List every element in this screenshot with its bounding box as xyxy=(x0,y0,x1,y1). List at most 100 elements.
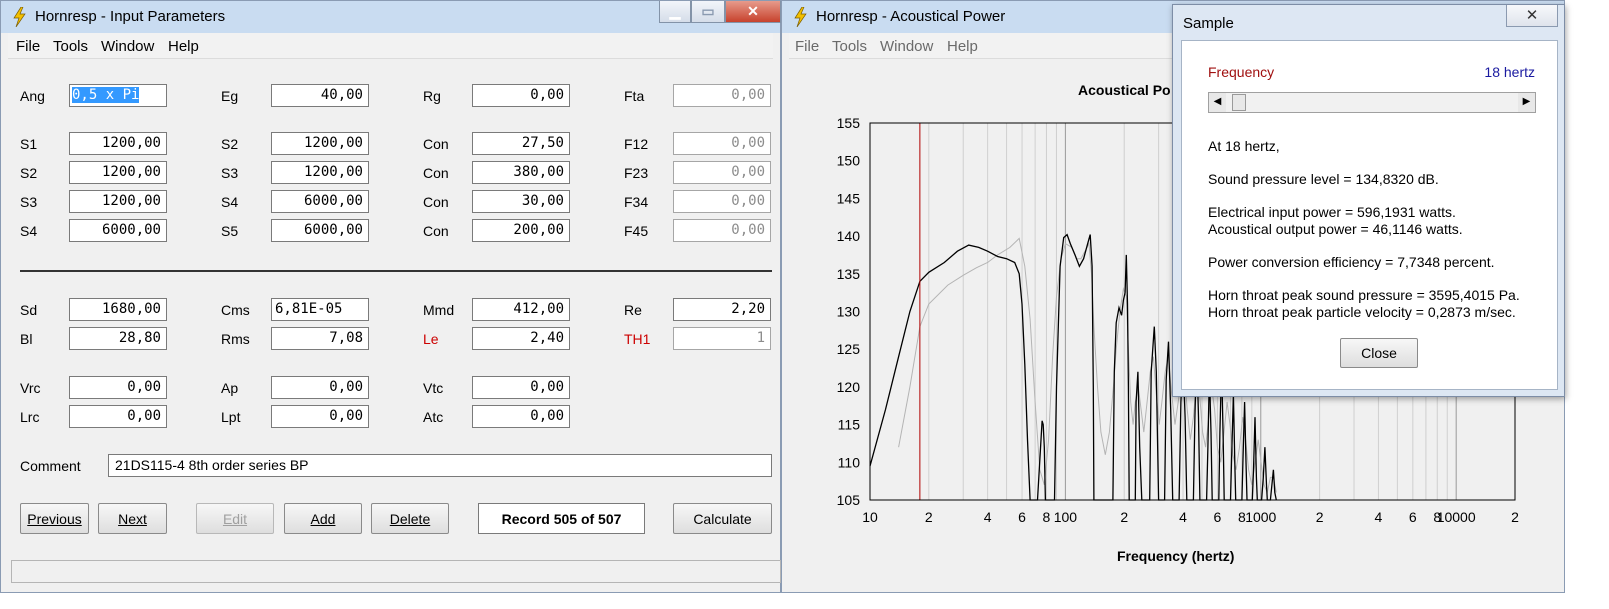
x-tick-label: 10000 xyxy=(1437,509,1476,525)
con4-field[interactable]: 200,00 xyxy=(472,219,570,242)
ang-field[interactable]: 0,5 x Pi xyxy=(69,84,167,107)
rg-field[interactable]: 0,00 xyxy=(472,84,570,107)
f34-field[interactable]: 0,00 xyxy=(673,190,771,213)
s4-field-col2[interactable]: 6000,00 xyxy=(271,190,369,213)
sample-dialog: Sample ✕ Frequency 18 hertz ◀ ▶ At 18 he… xyxy=(1172,4,1565,397)
fta-label: Fta xyxy=(624,88,645,104)
sd-field[interactable]: 1680,00 xyxy=(69,298,167,321)
dialog-body: Frequency 18 hertz ◀ ▶ At 18 hertz, Soun… xyxy=(1181,40,1558,390)
s2-field[interactable]: 1200,00 xyxy=(69,161,167,184)
y-tick-label: 145 xyxy=(837,190,861,206)
menu-help[interactable]: Help xyxy=(168,38,199,55)
spl-text: Sound pressure level = 134,8320 dB. xyxy=(1208,171,1439,187)
con3-field[interactable]: 30,00 xyxy=(472,190,570,213)
vtc-field[interactable]: 0,00 xyxy=(472,376,570,399)
input-window-titlebar[interactable]: Hornresp - Input Parameters ▁ ▭ ✕ xyxy=(1,1,781,33)
menu-file[interactable]: File xyxy=(16,38,40,55)
th1-label: TH1 xyxy=(624,331,651,347)
menu-tools[interactable]: Tools xyxy=(832,38,867,55)
s1-field[interactable]: 1200,00 xyxy=(69,132,167,155)
acoustical-power-text: Acoustical output power = 46,1146 watts. xyxy=(1208,221,1463,237)
le-field[interactable]: 2,40 xyxy=(472,327,570,350)
menu-file[interactable]: File xyxy=(795,38,819,55)
con3-label: Con xyxy=(423,194,449,210)
power-window-title: Hornresp - Acoustical Power xyxy=(816,8,1006,25)
con2-field[interactable]: 380,00 xyxy=(472,161,570,184)
at-frequency-text: At 18 hertz, xyxy=(1208,138,1280,154)
dialog-close-button[interactable]: ✕ xyxy=(1506,5,1558,27)
frequency-slider[interactable]: ◀ ▶ xyxy=(1208,92,1536,113)
vrc-label: Vrc xyxy=(20,380,41,396)
comment-field[interactable]: 21DS115-4 8th order series BP xyxy=(108,454,772,477)
x-tick-label: 6 xyxy=(1409,509,1417,525)
s2-field-col2[interactable]: 1200,00 xyxy=(271,132,369,155)
re-field[interactable]: 2,20 xyxy=(673,298,771,321)
s3-field[interactable]: 1200,00 xyxy=(69,190,167,213)
throat-velocity-text: Horn throat peak particle velocity = 0,2… xyxy=(1208,304,1516,320)
y-tick-label: 110 xyxy=(838,454,861,470)
previous-button[interactable]: Previous xyxy=(20,503,89,534)
x-tick-label: 2 xyxy=(1511,509,1519,525)
x-tick-label: 4 xyxy=(1375,509,1383,525)
next-button[interactable]: Next xyxy=(98,503,167,534)
efficiency-text: Power conversion efficiency = 7,7348 per… xyxy=(1208,254,1495,270)
menu-help[interactable]: Help xyxy=(947,38,978,55)
s4-field[interactable]: 6000,00 xyxy=(69,219,167,242)
s3-field-col2[interactable]: 1200,00 xyxy=(271,161,369,184)
y-tick-label: 115 xyxy=(838,417,861,433)
s5-field[interactable]: 6000,00 xyxy=(271,219,369,242)
slider-left-arrow-icon[interactable]: ◀ xyxy=(1209,93,1226,112)
y-tick-label: 130 xyxy=(837,304,861,320)
vrc-field[interactable]: 0,00 xyxy=(69,376,167,399)
x-tick-label: 6 xyxy=(1214,509,1222,525)
f12-field[interactable]: 0,00 xyxy=(673,132,771,155)
add-button[interactable]: Add xyxy=(284,503,362,534)
f34-label: F34 xyxy=(624,194,649,210)
f45-field[interactable]: 0,00 xyxy=(673,219,771,242)
section-divider xyxy=(20,270,772,272)
bl-field[interactable]: 28,80 xyxy=(69,327,167,350)
atc-field[interactable]: 0,00 xyxy=(472,405,570,428)
input-window-title: Hornresp - Input Parameters xyxy=(35,8,226,25)
dialog-close-action-button[interactable]: Close xyxy=(1340,338,1418,368)
y-tick-label: 155 xyxy=(837,115,861,131)
menu-window[interactable]: Window xyxy=(880,38,933,55)
f45-label: F45 xyxy=(624,223,649,239)
x-tick-label: 2 xyxy=(1316,509,1324,525)
calculate-button[interactable]: Calculate xyxy=(673,503,772,534)
close-icon: ✕ xyxy=(747,3,759,19)
lrc-label: Lrc xyxy=(20,409,40,425)
rg-label: Rg xyxy=(423,88,441,104)
slider-thumb[interactable] xyxy=(1231,94,1246,111)
maximize-button[interactable]: ▭ xyxy=(691,1,725,23)
menu-tools[interactable]: Tools xyxy=(53,38,88,55)
lpt-label: Lpt xyxy=(221,409,241,425)
close-window-button[interactable]: ✕ xyxy=(725,1,781,23)
y-tick-label: 135 xyxy=(837,266,861,282)
s2-label-col2: S2 xyxy=(221,136,239,152)
x-tick-label: 2 xyxy=(925,509,933,525)
edit-button[interactable]: Edit xyxy=(196,503,274,534)
mmd-field[interactable]: 412,00 xyxy=(472,298,570,321)
th1-field[interactable]: 1 xyxy=(673,327,771,350)
record-indicator: Record 505 of 507 xyxy=(478,503,645,534)
f23-field[interactable]: 0,00 xyxy=(673,161,771,184)
con1-field[interactable]: 27,50 xyxy=(472,132,570,155)
slider-right-arrow-icon[interactable]: ▶ xyxy=(1518,93,1535,112)
throat-pressure-text: Horn throat peak sound pressure = 3595,4… xyxy=(1208,287,1520,303)
cms-field[interactable]: 6,81E-05 xyxy=(271,298,369,321)
lpt-field[interactable]: 0,00 xyxy=(271,405,369,428)
minimize-button[interactable]: ▁ xyxy=(659,1,691,23)
rms-field[interactable]: 7,08 xyxy=(271,327,369,350)
eg-field[interactable]: 40,00 xyxy=(271,84,369,107)
frequency-label: Frequency xyxy=(1208,64,1275,80)
lrc-field[interactable]: 0,00 xyxy=(69,405,167,428)
con2-label: Con xyxy=(423,165,449,181)
delete-button[interactable]: Delete xyxy=(371,503,449,534)
ap-field[interactable]: 0,00 xyxy=(271,376,369,399)
x-tick-label: 8 xyxy=(1043,509,1051,525)
y-tick-label: 140 xyxy=(837,228,861,244)
fta-field[interactable]: 0,00 xyxy=(673,84,771,107)
electrical-power-text: Electrical input power = 596,1931 watts. xyxy=(1208,204,1456,220)
menu-window[interactable]: Window xyxy=(101,38,154,55)
